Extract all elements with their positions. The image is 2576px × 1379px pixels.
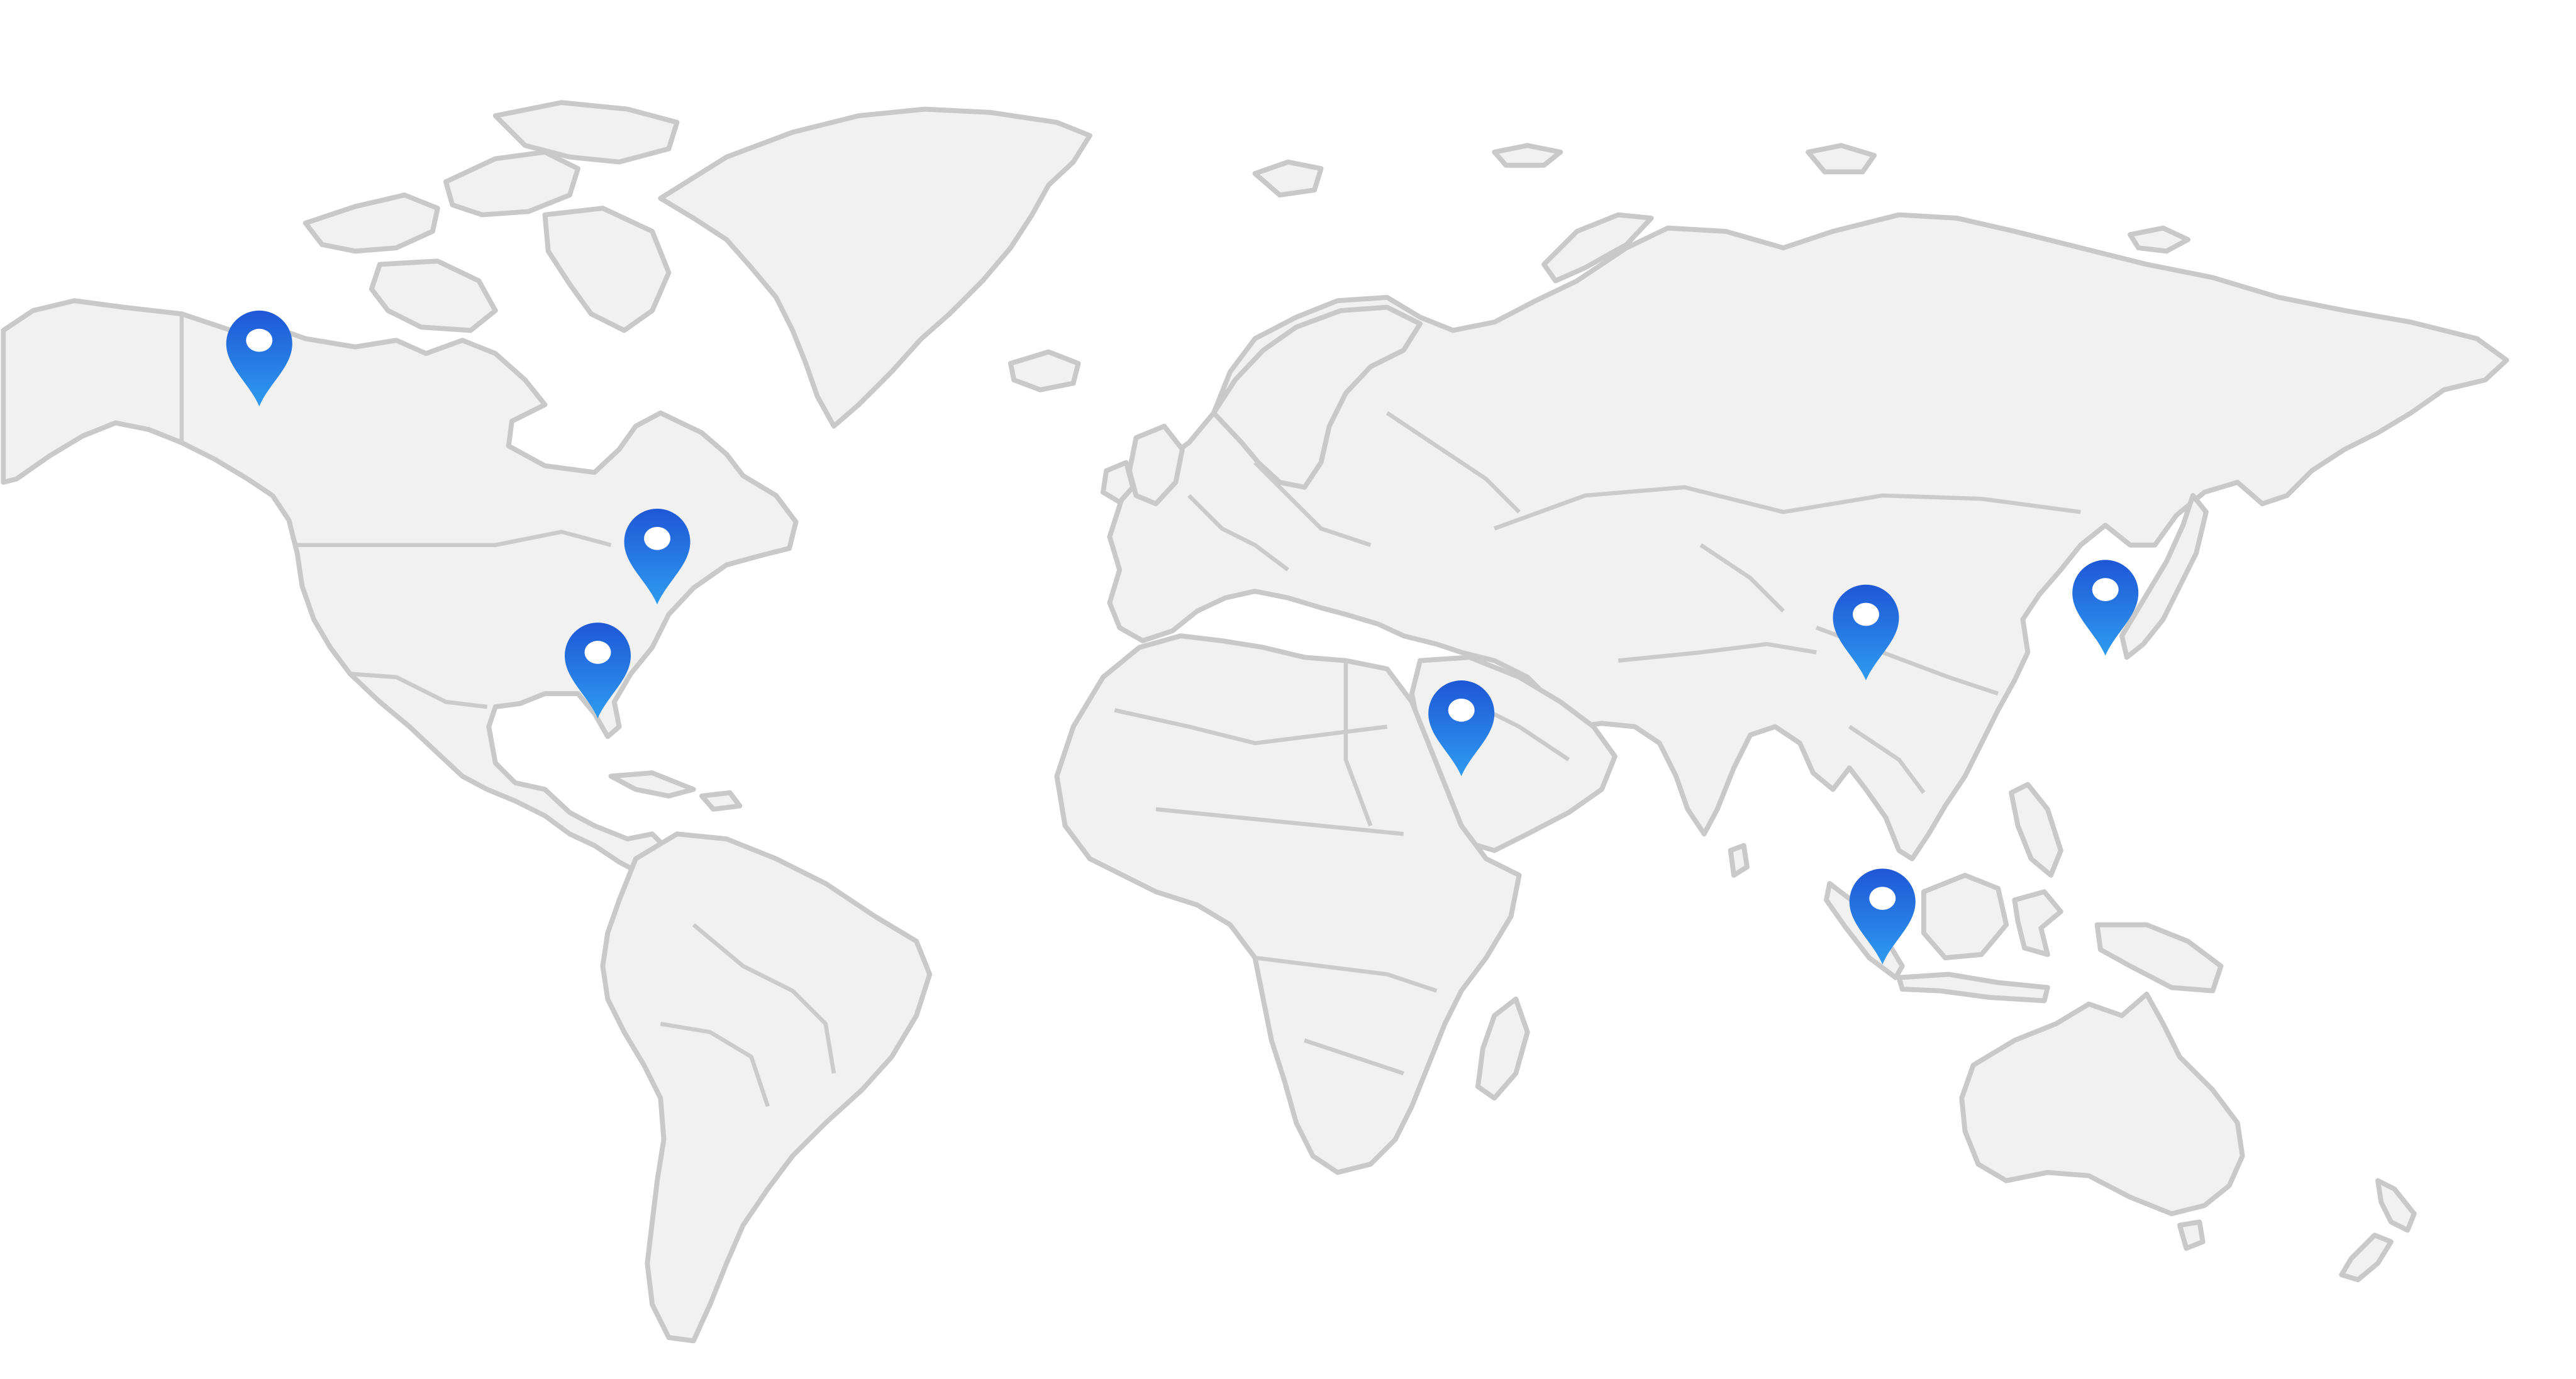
- hispaniola-landmass: [699, 790, 743, 812]
- arctic-islands-landmass-2: [443, 149, 580, 218]
- svalbard-landmass: [1252, 159, 1324, 198]
- borneo-landmass: [1921, 872, 2009, 961]
- arctic-islands-landmass-4: [369, 258, 498, 333]
- madagascar-landmass: [1475, 996, 1530, 1101]
- new-zealand-north-landmass: [2375, 1178, 2417, 1233]
- arctic-islands-landmass: [303, 192, 440, 254]
- cuba-landmass: [608, 770, 696, 799]
- baffin-island-landmass: [542, 206, 672, 333]
- philippines-landmass: [2009, 782, 2063, 878]
- java-landmass: [1896, 972, 2050, 1004]
- landmasses: [1, 100, 2509, 1344]
- new-siberian-islands-landmass: [2128, 225, 2190, 254]
- sulawesi-landmass: [2012, 889, 2063, 957]
- south-america-landmass: [600, 831, 933, 1344]
- sri-lanka-landmass: [1728, 843, 1750, 878]
- world-map-svg: [1, 100, 2509, 1344]
- franz-josef-landmass: [1492, 143, 1563, 168]
- australia-landmass: [1959, 991, 2245, 1217]
- map-pin-icon[interactable]: [1849, 868, 1916, 965]
- tasmania-landmass: [2177, 1219, 2206, 1251]
- new-guinea-landmass: [2094, 922, 2224, 994]
- new-zealand-south-landmass: [2339, 1232, 2394, 1283]
- iceland-landmass: [1008, 349, 1081, 392]
- world-map: [0, 0, 2576, 1379]
- map-pin-icon[interactable]: [564, 623, 631, 719]
- severnaya-zemlya-landmass: [1806, 143, 1877, 175]
